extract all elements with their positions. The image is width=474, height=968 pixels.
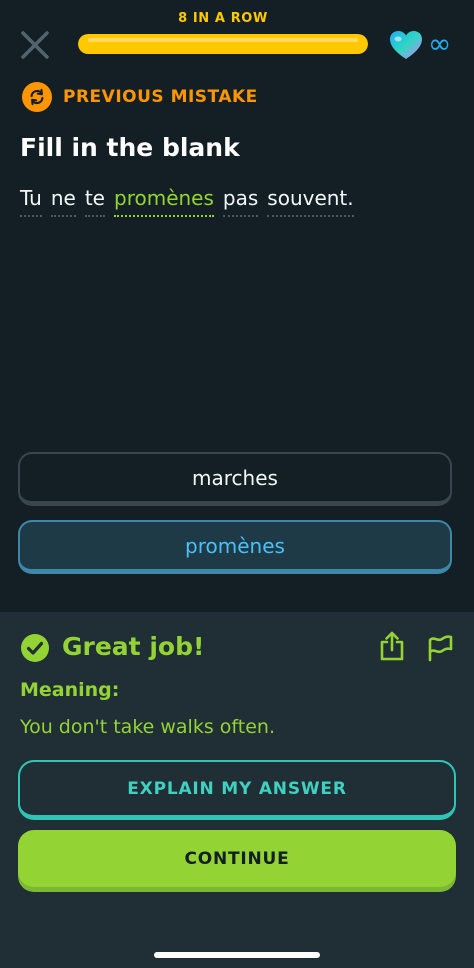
continue-button[interactable]: CONTINUE <box>18 830 456 887</box>
sentence-word[interactable]: te <box>84 186 105 217</box>
meaning-text: You don't take walks often. <box>20 716 275 738</box>
feedback-title: Great job! <box>62 632 205 661</box>
previous-mistake-badge: PREVIOUS MISTAKE <box>22 82 258 112</box>
check-circle-icon <box>21 634 49 662</box>
sentence-word[interactable]: pas <box>222 186 259 217</box>
share-icon[interactable] <box>377 630 407 662</box>
close-icon <box>21 31 49 59</box>
progress-bar <box>78 34 368 54</box>
sentence-word[interactable]: souvent. <box>267 186 354 217</box>
home-indicator[interactable] <box>154 952 320 958</box>
sentence-word[interactable]: Tu <box>20 186 42 217</box>
previous-mistake-label: PREVIOUS MISTAKE <box>63 87 258 107</box>
prompt-title: Fill in the blank <box>20 133 240 162</box>
sentence-blank[interactable]: promènes <box>114 186 214 217</box>
sentence-word[interactable]: ne <box>50 186 76 217</box>
option-promenes[interactable]: promènes <box>18 520 452 574</box>
progress-fill <box>78 34 368 54</box>
heart-icon <box>390 31 422 59</box>
explain-answer-button[interactable]: EXPLAIN MY ANSWER <box>18 760 456 820</box>
option-marches[interactable]: marches <box>18 452 452 506</box>
refresh-icon <box>22 82 52 112</box>
meaning-label: Meaning: <box>20 679 120 701</box>
streak-label: 8 IN A ROW <box>178 11 268 26</box>
close-button[interactable] <box>18 28 52 62</box>
flag-icon[interactable] <box>425 632 455 662</box>
sentence: Tu ne te promènes pas souvent. <box>20 186 363 217</box>
infinity-icon: ∞ <box>428 27 452 60</box>
feedback-panel: Great job! Meaning: You don't take walks… <box>0 612 474 968</box>
